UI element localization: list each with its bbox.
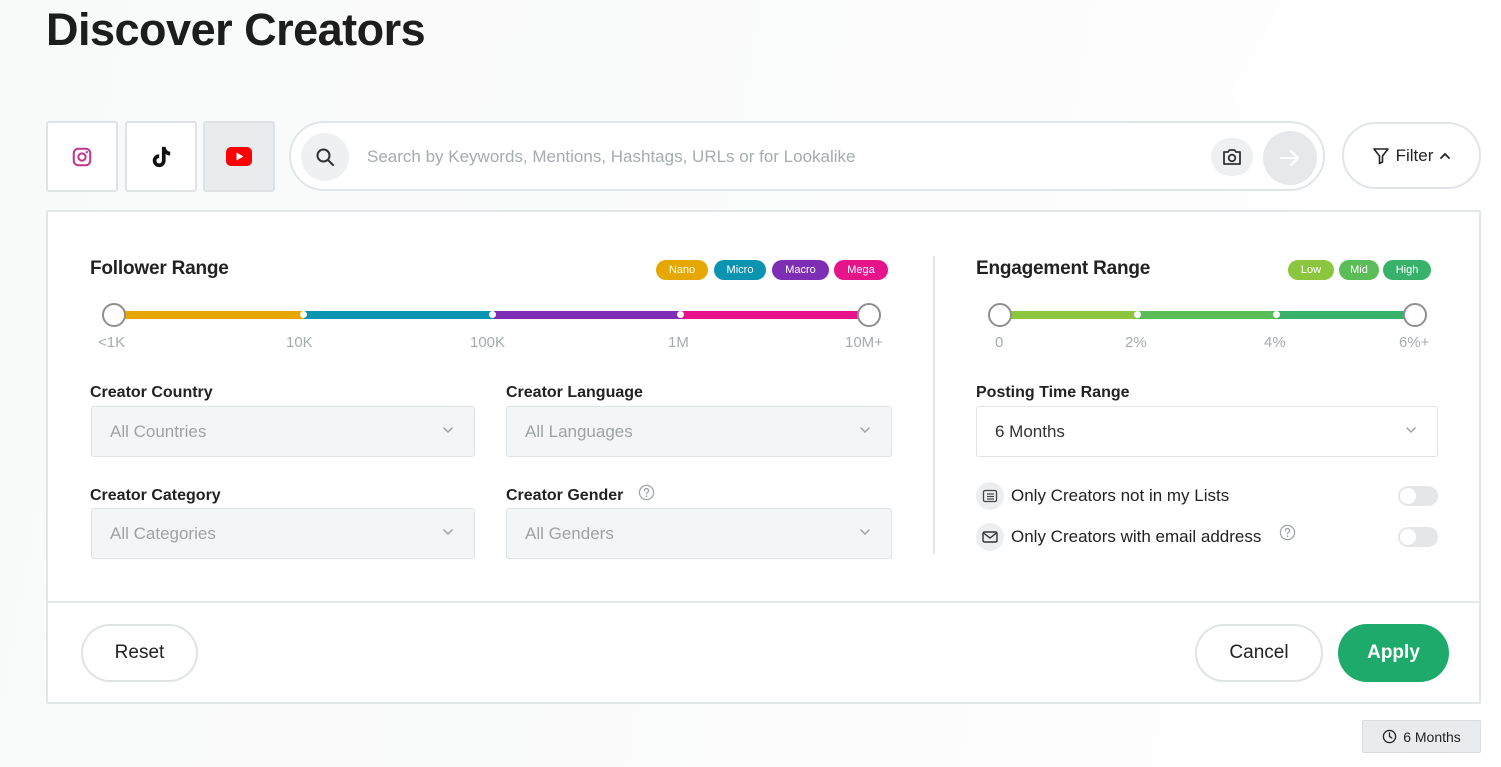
creator-country-label: Creator Country: [90, 384, 213, 401]
toggle-not-in-lists-label: Only Creators not in my Lists: [1011, 486, 1230, 505]
toggle-with-email[interactable]: [1398, 527, 1438, 547]
follower-tick-label: 100K: [470, 334, 506, 351]
chevron-down-icon: [1406, 427, 1416, 434]
engagement-range-title: Engagement Range: [976, 258, 1151, 279]
filter-panel: Follower Range Nano Micro Macro Mega <1K…: [46, 210, 1481, 704]
help-icon[interactable]: [638, 484, 655, 501]
posting-time-label: Posting Time Range: [976, 384, 1130, 401]
engagement-range-max-handle[interactable]: [1403, 303, 1427, 327]
engagement-tick-dot: [1134, 311, 1141, 318]
follower-track-micro: [304, 311, 493, 319]
chevron-down-icon: [443, 427, 453, 434]
engagement-track-high: [1277, 311, 1415, 319]
reset-button[interactable]: Reset: [81, 624, 198, 682]
search-button[interactable]: [301, 133, 349, 181]
follower-tick-label: 1M: [668, 334, 689, 351]
page-title: Discover Creators: [46, 4, 426, 55]
pill-macro: Macro: [772, 260, 829, 280]
follower-tick-label: 10K: [286, 334, 313, 351]
instagram-icon: [72, 147, 92, 166]
pill-mid: Mid: [1339, 260, 1379, 280]
chevron-down-icon: [443, 529, 453, 536]
pill-nano: Nano: [656, 260, 708, 280]
image-search-button[interactable]: [1211, 138, 1253, 176]
toggle-not-in-lists[interactable]: [1398, 486, 1438, 506]
camera-icon: [1223, 149, 1241, 165]
platform-instagram-button[interactable]: [46, 121, 118, 192]
time-range-chip-label: 6 Months: [1403, 728, 1461, 745]
pill-high: High: [1383, 260, 1431, 280]
filter-icon: [1372, 147, 1389, 164]
follower-tick-dot: [489, 311, 496, 318]
youtube-icon: [226, 147, 252, 166]
email-icon: [982, 531, 998, 543]
apply-button[interactable]: Apply: [1338, 624, 1449, 682]
creator-country-value: All Countries: [110, 421, 207, 441]
creator-language-value: All Languages: [525, 421, 633, 441]
follower-track-macro: [493, 311, 681, 319]
follower-track-mega: [681, 311, 869, 319]
clock-icon: [1382, 729, 1397, 744]
follower-range-max-handle[interactable]: [857, 303, 881, 327]
engagement-range-min-handle[interactable]: [988, 303, 1012, 327]
follower-tick-dot: [677, 311, 684, 318]
creator-language-label: Creator Language: [506, 384, 643, 401]
engagement-tick-label: 4%: [1264, 334, 1286, 351]
cancel-button[interactable]: Cancel: [1195, 624, 1323, 682]
engagement-tick-label: 6%+: [1399, 334, 1430, 351]
search-submit-button[interactable]: [1263, 131, 1317, 185]
creator-language-select[interactable]: All Languages: [506, 406, 892, 457]
pill-micro: Micro: [714, 260, 766, 280]
creator-gender-label: Creator Gender: [506, 487, 624, 504]
platform-tiktok-button[interactable]: [125, 121, 197, 192]
creator-country-select[interactable]: All Countries: [91, 406, 475, 457]
creator-gender-select[interactable]: All Genders: [506, 508, 892, 559]
tiktok-icon: [152, 146, 171, 167]
chevron-up-icon: [1440, 152, 1451, 159]
help-icon[interactable]: [1279, 524, 1296, 541]
chevron-down-icon: [860, 529, 870, 536]
engagement-tick-label: 2%: [1125, 334, 1147, 351]
creator-category-label: Creator Category: [90, 487, 221, 504]
platform-youtube-button[interactable]: [203, 121, 275, 192]
search-input[interactable]: [367, 143, 1197, 171]
time-range-chip[interactable]: 6 Months: [1362, 720, 1481, 753]
follower-range-title: Follower Range: [90, 258, 229, 279]
engagement-track-low: [1000, 311, 1138, 319]
list-icon-wrap: [976, 482, 1004, 510]
pill-low: Low: [1288, 260, 1334, 280]
creator-category-value: All Categories: [110, 523, 216, 543]
follower-tick-dot: [300, 311, 307, 318]
search-bar: [289, 121, 1325, 191]
follower-track-nano: [114, 311, 304, 319]
filter-button-label: Filter: [1395, 145, 1434, 165]
creator-category-select[interactable]: All Categories: [91, 508, 475, 559]
engagement-track-mid: [1138, 311, 1277, 319]
arrow-right-icon: [1280, 150, 1299, 166]
engagement-tick-dot: [1273, 311, 1280, 318]
creator-gender-value: All Genders: [525, 523, 614, 543]
chevron-down-icon: [860, 427, 870, 434]
follower-range-min-handle[interactable]: [102, 303, 126, 327]
toggle-with-email-label: Only Creators with email address: [1011, 527, 1262, 546]
panel-footer-divider: [48, 601, 1479, 603]
follower-tick-label: <1K: [98, 334, 126, 351]
panel-column-divider: [933, 256, 935, 554]
filter-button[interactable]: Filter: [1342, 122, 1481, 189]
posting-time-value: 6 Months: [995, 421, 1065, 441]
engagement-tick-label: 0: [995, 334, 1004, 351]
search-icon: [316, 148, 334, 166]
pill-mega: Mega: [834, 260, 888, 280]
email-icon-wrap: [976, 523, 1004, 551]
follower-tick-label: 10M+: [845, 334, 883, 351]
list-icon: [982, 489, 998, 503]
posting-time-select[interactable]: 6 Months: [976, 406, 1438, 457]
